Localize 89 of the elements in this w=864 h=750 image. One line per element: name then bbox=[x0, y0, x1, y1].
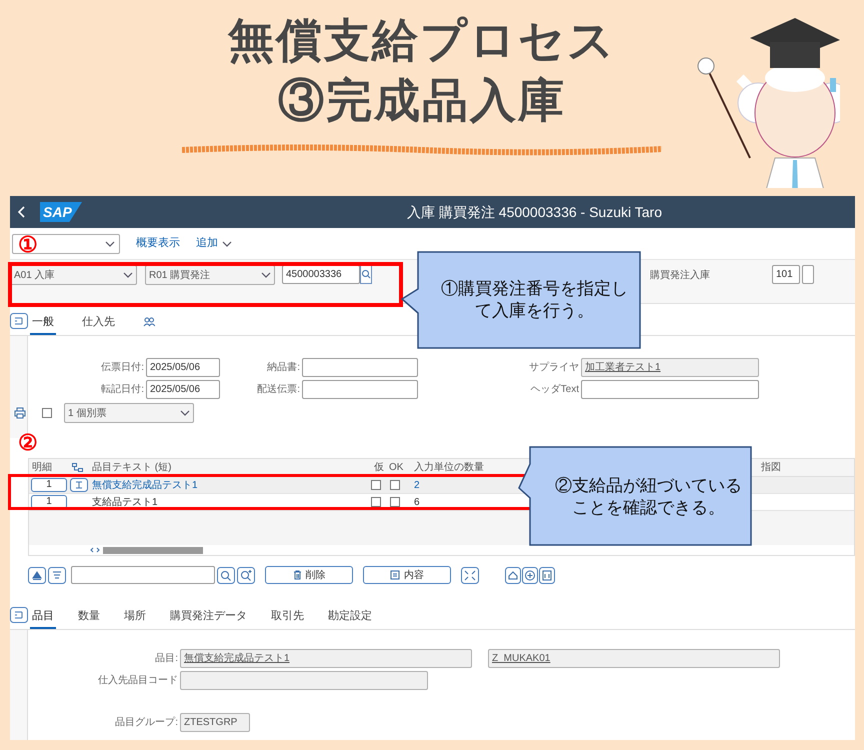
detail-button[interactable]: 1 bbox=[31, 478, 67, 492]
field-label: 品目: bbox=[154, 652, 178, 666]
tab[interactable]: 購買発注データ bbox=[168, 605, 249, 629]
tab[interactable]: 一般 bbox=[30, 311, 56, 335]
scrollbar-thumb[interactable] bbox=[103, 546, 203, 554]
text-field[interactable]: Z_MUKAK01 bbox=[488, 649, 780, 668]
column-header: OK bbox=[389, 462, 404, 474]
step-marker: ② bbox=[18, 429, 38, 457]
field-label: 伝票日付: bbox=[100, 361, 144, 375]
column-header: 仮 bbox=[374, 462, 384, 474]
field-label: 品目グループ: bbox=[114, 716, 178, 730]
delete-button[interactable]: 削除 bbox=[265, 566, 353, 584]
chevron-down-icon bbox=[180, 410, 190, 416]
dropdown[interactable]: A01 入庫 bbox=[10, 265, 137, 285]
calendar-icon[interactable] bbox=[539, 566, 555, 584]
tab[interactable]: 勘定設定 bbox=[326, 605, 374, 629]
search-icon[interactable] bbox=[360, 265, 372, 284]
text-field[interactable] bbox=[180, 671, 428, 690]
text-field[interactable]: 2025/05/06 bbox=[146, 358, 220, 377]
window-title: 入庫 購買発注 4500003336 - Suzuki Taro bbox=[407, 202, 662, 222]
collapse-panel-icon[interactable] bbox=[10, 607, 28, 623]
chevron-down-icon bbox=[105, 240, 115, 246]
field-label: 購買発注入庫 bbox=[650, 268, 710, 283]
text-field[interactable]: 101 bbox=[772, 265, 800, 284]
logo: SAP bbox=[40, 202, 82, 222]
expand-icon[interactable] bbox=[70, 478, 88, 492]
table-cell-text: 6 bbox=[413, 496, 421, 510]
dropdown[interactable] bbox=[12, 234, 120, 254]
banner-title: ③完成品入庫 bbox=[278, 73, 566, 128]
text-field[interactable] bbox=[581, 380, 759, 399]
field-label: ヘッダText bbox=[530, 383, 579, 397]
checkbox[interactable] bbox=[390, 497, 400, 507]
hierarchy-icon bbox=[72, 463, 83, 472]
search-field[interactable]: 4500003336 bbox=[282, 265, 360, 284]
column-header: 明細 bbox=[32, 462, 52, 474]
chevron-down-icon bbox=[123, 272, 133, 278]
chevron-down-icon bbox=[222, 240, 232, 246]
text-field[interactable] bbox=[802, 265, 814, 284]
menu-link[interactable]: 追加 bbox=[196, 235, 232, 252]
add-icon[interactable] bbox=[522, 566, 538, 584]
content-button[interactable]: 内容 bbox=[363, 566, 451, 584]
tab[interactable]: 場所 bbox=[122, 605, 148, 629]
table-cell-text: 2 bbox=[413, 478, 421, 492]
tab[interactable]: 数量 bbox=[76, 605, 102, 629]
field-label: 納品書: bbox=[266, 360, 300, 375]
tab[interactable]: 取引先 bbox=[269, 605, 306, 629]
link[interactable]: 概要表示 bbox=[136, 235, 180, 252]
field-label: サプライヤ bbox=[528, 360, 579, 375]
search-field[interactable] bbox=[71, 566, 215, 584]
text-field[interactable]: 2025/05/06 bbox=[146, 380, 220, 399]
column-header: 入力単位の数量 bbox=[414, 462, 484, 474]
back-icon[interactable] bbox=[18, 206, 26, 218]
trash-icon bbox=[292, 570, 302, 580]
field-label: 配送伝票: bbox=[256, 383, 300, 397]
search-plus-icon[interactable] bbox=[237, 566, 255, 584]
collapse-panel-icon[interactable] bbox=[10, 313, 28, 329]
checkbox[interactable] bbox=[390, 480, 400, 490]
field-label: 転記日付: bbox=[100, 382, 144, 397]
checkbox[interactable] bbox=[371, 497, 381, 507]
text-field[interactable]: 無償支給完成品テスト1 bbox=[180, 649, 472, 668]
column-header: 指図 bbox=[761, 462, 781, 474]
table-cell-text: 支給品テスト1 bbox=[91, 496, 159, 510]
dropdown[interactable]: R01 購買発注 bbox=[145, 265, 275, 285]
scroll-arrows-icon[interactable] bbox=[89, 547, 101, 553]
callout-text: ①購買発注番号を指定して入庫を行う。 bbox=[440, 278, 629, 322]
chevron-down-icon bbox=[261, 272, 271, 278]
dropdown[interactable]: 1 個別票 bbox=[64, 403, 194, 423]
step-marker: ① bbox=[18, 231, 38, 259]
printer-icon[interactable] bbox=[14, 407, 26, 419]
banner-title: 無償支給プロセス bbox=[228, 13, 616, 68]
text-field[interactable]: 加工業者テスト1 bbox=[581, 358, 759, 377]
fullscreen-icon[interactable] bbox=[461, 566, 479, 584]
tab[interactable]: 品目 bbox=[30, 605, 56, 629]
field-label: 仕入先品目コード bbox=[97, 674, 178, 688]
text-field[interactable] bbox=[302, 380, 418, 399]
text-field[interactable]: ZTESTGRP bbox=[180, 713, 250, 732]
move-up-icon[interactable] bbox=[28, 566, 46, 584]
checkbox[interactable] bbox=[42, 408, 52, 418]
people-icon bbox=[143, 317, 155, 327]
callout-text: ②支給品が紐づいていることを確認できる。 bbox=[554, 474, 743, 518]
move-down-icon[interactable] bbox=[48, 566, 66, 584]
search-icon[interactable] bbox=[217, 566, 235, 584]
document-icon bbox=[390, 570, 400, 580]
checkbox[interactable] bbox=[371, 480, 381, 490]
table-cell[interactable]: 無償支給完成品テスト1 bbox=[89, 478, 371, 492]
text-field[interactable] bbox=[302, 358, 418, 377]
home-icon[interactable] bbox=[505, 566, 521, 584]
tab[interactable]: 仕入先 bbox=[80, 311, 117, 335]
column-header: 品目テキスト (短) bbox=[92, 462, 172, 474]
